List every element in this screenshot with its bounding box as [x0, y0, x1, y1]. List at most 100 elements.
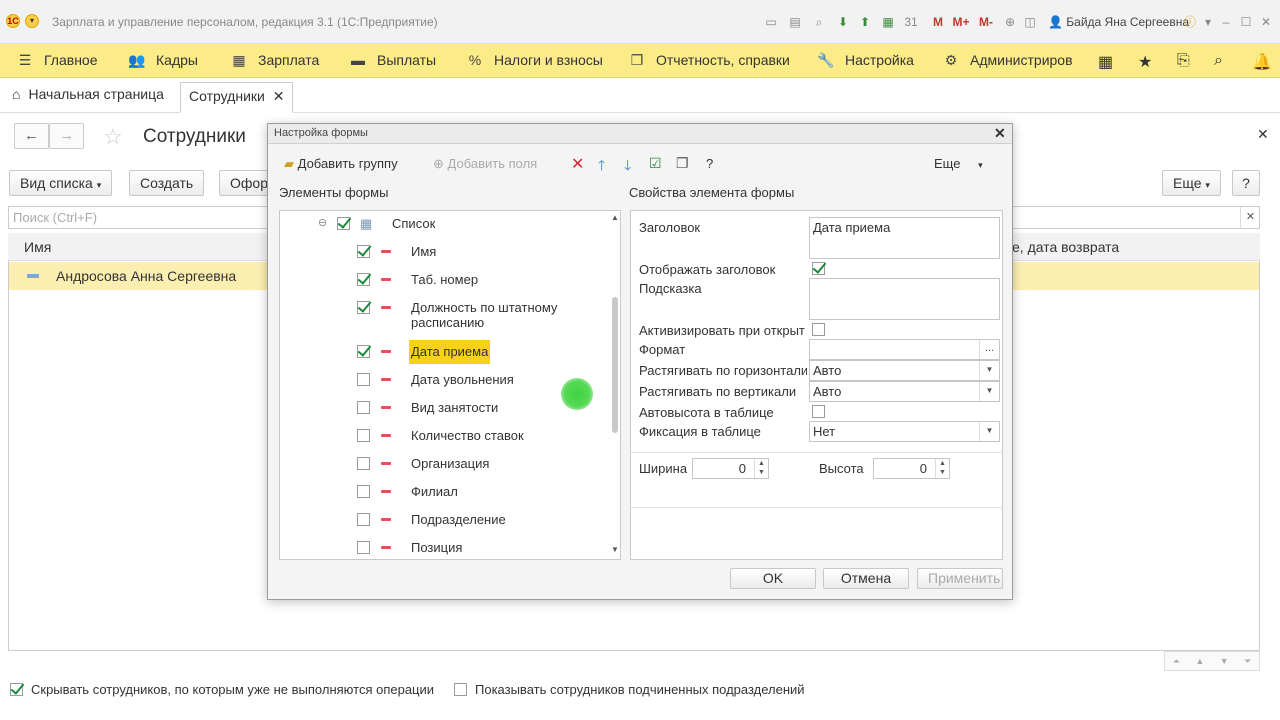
- tree-row[interactable]: Таб. номер: [280, 267, 600, 293]
- forward-button[interactable]: →: [49, 123, 84, 149]
- stretch-v-select[interactable]: Авто ▼: [809, 381, 1000, 402]
- show-subordinate-checkbox[interactable]: [454, 683, 467, 696]
- close-dialog-icon[interactable]: ✕: [994, 125, 1006, 142]
- tree-checkbox[interactable]: [357, 245, 370, 258]
- stretch-h-select[interactable]: Авто ▼: [809, 360, 1000, 381]
- menu-item-admin[interactable]: ⚙ Администриров: [942, 52, 1073, 69]
- hint-field[interactable]: [809, 278, 1000, 320]
- info-icon[interactable]: ⓘ: [1182, 14, 1198, 30]
- menu-item-salary[interactable]: ▦ Зарплата: [230, 52, 319, 69]
- show-header-checkbox[interactable]: [812, 262, 825, 275]
- tab-employees[interactable]: Сотрудники ✕: [180, 82, 294, 113]
- more-button[interactable]: Еще ▾: [1162, 170, 1221, 196]
- ok-button[interactable]: OK: [730, 568, 816, 589]
- history-icon[interactable]: ⎘: [1177, 52, 1190, 70]
- column-name-header[interactable]: Имя: [24, 239, 51, 255]
- minimize-icon[interactable]: –: [1218, 14, 1234, 30]
- dropdown-icon[interactable]: ▾: [1200, 14, 1216, 30]
- format-button[interactable]: Офор: [219, 170, 269, 196]
- tree-row-list[interactable]: ⊖ ▦ Список: [280, 211, 600, 237]
- menu-item-taxes[interactable]: % Налоги и взносы: [466, 52, 603, 68]
- hide-employees-checkbox[interactable]: [10, 683, 23, 696]
- dialog-help-icon[interactable]: ?: [706, 156, 713, 171]
- memory-m-icon[interactable]: M: [930, 14, 946, 30]
- column-return-date-header[interactable]: е, дата возврата: [1012, 239, 1119, 255]
- current-user[interactable]: 👤 Байда Яна Сергеевна: [1048, 15, 1189, 29]
- menu-item-hr[interactable]: 👥 Кадры: [128, 52, 198, 69]
- check-all-icon[interactable]: ☑: [649, 155, 662, 172]
- preview-icon[interactable]: ⌕: [811, 14, 827, 30]
- tree-row[interactable]: Позиция: [280, 535, 600, 559]
- scroll-bottom-icon[interactable]: ⏷: [1244, 656, 1251, 667]
- spinner-icon[interactable]: ▲ ▼: [935, 459, 949, 478]
- tree-checkbox[interactable]: [357, 345, 370, 358]
- tree-row[interactable]: Имя: [280, 239, 600, 265]
- all-functions-icon[interactable]: ▦: [1098, 52, 1113, 72]
- format-select-button[interactable]: ...: [979, 340, 999, 359]
- width-input[interactable]: 0 ▲ ▼: [692, 458, 769, 479]
- tree-row[interactable]: Вид занятости: [280, 395, 600, 421]
- close-tab-icon[interactable]: ✕: [273, 88, 285, 104]
- apply-button[interactable]: Применить: [917, 568, 1003, 589]
- tree-row[interactable]: Дата увольнения: [280, 367, 600, 393]
- tree-checkbox[interactable]: [357, 429, 370, 442]
- tree-checkbox[interactable]: [357, 273, 370, 286]
- move-down-icon[interactable]: 🡓: [624, 155, 631, 179]
- add-group-button[interactable]: ▰ Добавить группу: [284, 156, 398, 172]
- scroll-down-icon[interactable]: ▼: [1220, 656, 1229, 666]
- close-window-icon[interactable]: ✕: [1258, 14, 1274, 30]
- header-field[interactable]: Дата приема: [809, 217, 1000, 259]
- activate-checkbox[interactable]: [812, 323, 825, 336]
- favorites-star-icon[interactable]: ★: [1138, 52, 1152, 72]
- tree-checkbox[interactable]: [357, 485, 370, 498]
- print-icon[interactable]: ▤: [787, 14, 803, 30]
- dialog-more-button[interactable]: Еще ▾: [934, 156, 983, 171]
- save-icon[interactable]: ▭: [763, 14, 779, 30]
- tree-checkbox[interactable]: [337, 217, 350, 230]
- menu-item-settings[interactable]: 🔧 Настройка: [817, 52, 914, 69]
- tree-checkbox[interactable]: [357, 301, 370, 314]
- favorite-star-icon[interactable]: ☆: [103, 124, 123, 150]
- menu-item-main[interactable]: ☰ Главное: [16, 52, 98, 69]
- list-view-button[interactable]: Вид списка ▾: [9, 170, 113, 196]
- import-icon[interactable]: ⬇: [835, 14, 851, 30]
- menu-item-payments[interactable]: ▬ Выплаты: [349, 52, 436, 68]
- clear-search-icon[interactable]: ✕: [1240, 207, 1260, 228]
- spinner-icon[interactable]: ▲ ▼: [754, 459, 768, 478]
- autoheight-checkbox[interactable]: [812, 405, 825, 418]
- scroll-down-arrow-icon[interactable]: ▼: [611, 545, 619, 554]
- move-up-icon[interactable]: 🡑: [598, 155, 605, 179]
- format-field[interactable]: ...: [809, 339, 1000, 360]
- tree-scrollbar[interactable]: ▲ ▼: [610, 211, 620, 559]
- tree-checkbox[interactable]: [357, 513, 370, 526]
- tree-checkbox[interactable]: [357, 541, 370, 554]
- delete-icon[interactable]: ✕: [571, 154, 584, 174]
- scroll-up-arrow-icon[interactable]: ▲: [611, 213, 619, 222]
- fix-select[interactable]: Нет ▼: [809, 421, 1000, 442]
- notifications-bell-icon[interactable]: 🔔: [1252, 52, 1272, 72]
- attach-icon[interactable]: ▦: [880, 14, 896, 30]
- scroll-up-icon[interactable]: ▲: [1195, 656, 1204, 666]
- dropdown-arrow-icon[interactable]: ▼: [979, 422, 999, 441]
- copy-icon[interactable]: ❐: [676, 155, 689, 172]
- tree-row[interactable]: Филиал: [280, 479, 600, 505]
- help-button[interactable]: ?: [1232, 170, 1260, 196]
- zoom-icon[interactable]: ⊕: [1002, 14, 1018, 30]
- create-button[interactable]: Создать: [129, 170, 205, 196]
- scroll-top-icon[interactable]: ⏶: [1173, 656, 1180, 667]
- memory-m-minus-icon[interactable]: M-: [975, 14, 997, 30]
- export-icon[interactable]: ⬆: [857, 14, 873, 30]
- memory-m-plus-icon[interactable]: M+: [950, 14, 972, 30]
- cancel-button[interactable]: Отмена: [823, 568, 909, 589]
- tree-row[interactable]: Подразделение: [280, 507, 600, 533]
- search-icon[interactable]: ⌕: [1214, 52, 1223, 70]
- calendar-icon[interactable]: 31: [903, 14, 919, 30]
- close-form-icon[interactable]: ✕: [1257, 126, 1269, 143]
- dropdown-arrow-icon[interactable]: ▼: [979, 382, 999, 401]
- maximize-icon[interactable]: ☐: [1238, 14, 1254, 30]
- main-menu-icon[interactable]: ▾: [25, 14, 39, 28]
- back-button[interactable]: ←: [14, 123, 49, 149]
- height-input[interactable]: 0 ▲ ▼: [873, 458, 950, 479]
- tree-row-selected[interactable]: Дата приема: [280, 339, 600, 365]
- menu-item-reports[interactable]: ❐ Отчетность, справки: [628, 52, 790, 69]
